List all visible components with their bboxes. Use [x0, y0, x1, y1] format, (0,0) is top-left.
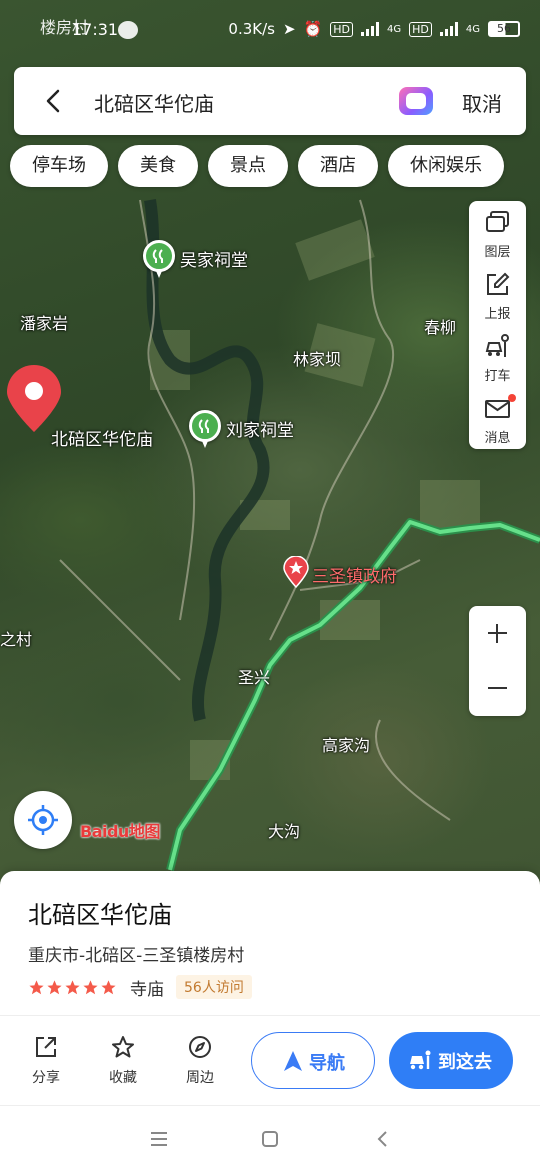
- go-here-button[interactable]: 到这去: [389, 1032, 513, 1089]
- home-icon[interactable]: [259, 1128, 281, 1150]
- poi-label-liu-temple[interactable]: 刘家祠堂: [226, 416, 294, 441]
- taxi-button[interactable]: 打车: [469, 325, 526, 387]
- taxi-label: 打车: [484, 369, 511, 384]
- temple-poi-icon[interactable]: [189, 410, 221, 448]
- star-outline-icon: [112, 1036, 134, 1058]
- car-icon: [410, 1050, 431, 1070]
- search-bar[interactable]: 北碚区华佗庙 取消: [14, 67, 526, 135]
- signal-label-2: 4G: [465, 23, 480, 35]
- menu-icon[interactable]: [148, 1128, 170, 1150]
- rating-row: 寺庙 56人访问: [28, 975, 252, 1000]
- rating-stars: [28, 979, 118, 996]
- back-icon[interactable]: [372, 1128, 394, 1150]
- chip-food[interactable]: 美食: [118, 145, 198, 187]
- navigate-label: 导航: [309, 1053, 345, 1074]
- star-icon: [101, 979, 116, 994]
- layers-icon: [486, 211, 509, 232]
- wechat-icon: [118, 21, 138, 39]
- chip-parking[interactable]: 停车场: [10, 145, 108, 187]
- compass-icon: [189, 1036, 211, 1058]
- location-marker-icon[interactable]: [5, 364, 63, 434]
- mail-icon: [485, 400, 510, 418]
- river: [144, 199, 270, 722]
- zoom-out-button[interactable]: [469, 661, 526, 716]
- place-address: 重庆市-北碚区-三圣镇楼房村: [28, 946, 245, 966]
- back-arrow-icon[interactable]: [38, 85, 70, 117]
- status-bar: 楼房村 17:31 0.3K/s ➤ ⏰ HD 4G HD 4G 56: [0, 0, 540, 58]
- alarm-icon: ⏰: [303, 20, 323, 38]
- navigate-button[interactable]: 导航: [251, 1032, 375, 1089]
- status-right-group: 0.3K/s ➤ ⏰ HD 4G HD 4G 56: [228, 20, 520, 38]
- map-label-target[interactable]: 北碚区华佗庙: [51, 425, 153, 450]
- map-label-sansheng: 圣兴: [238, 668, 271, 687]
- zoom-controls: [469, 606, 526, 716]
- map-label-village-left: 之村: [0, 630, 33, 649]
- map-tool-panel: 图层 上报 打车 消息: [469, 201, 526, 449]
- government-pin-icon[interactable]: [283, 556, 309, 588]
- divider: [0, 1015, 540, 1016]
- temple-poi-icon[interactable]: [143, 240, 175, 278]
- map-label-dagou: 大沟: [268, 822, 301, 841]
- messages-button[interactable]: 消息: [469, 387, 526, 449]
- search-query[interactable]: 北碚区华佗庙: [94, 88, 214, 117]
- crosshair-icon: [28, 805, 58, 835]
- nearby-button[interactable]: 周边: [170, 1033, 230, 1093]
- chip-hotel[interactable]: 酒店: [298, 145, 378, 187]
- favorite-button[interactable]: 收藏: [93, 1033, 153, 1093]
- share-label: 分享: [32, 1070, 60, 1086]
- signal-label-1: 4G: [387, 23, 402, 35]
- chip-leisure[interactable]: 休闲娱乐: [388, 145, 504, 187]
- map-label-town-gov[interactable]: 三圣镇政府: [312, 562, 397, 587]
- share-icon: [36, 1037, 56, 1057]
- visit-count-badge: 56人访问: [176, 975, 252, 999]
- hd-label-2: HD: [409, 21, 432, 37]
- system-nav-bar: [0, 1105, 540, 1170]
- place-name: 北碚区华佗庙: [28, 901, 172, 929]
- poi-label-wu-temple[interactable]: 吴家祠堂: [180, 246, 248, 271]
- battery-icon: 56: [488, 21, 520, 37]
- signal-icon-2: [439, 22, 458, 36]
- cancel-button[interactable]: 取消: [462, 88, 502, 117]
- map-label-chunliu: 春柳: [424, 318, 457, 337]
- baidu-logo: Baidu地图: [80, 818, 160, 844]
- star-icon: [65, 979, 80, 994]
- layers-label: 图层: [484, 245, 511, 260]
- ai-assistant-icon[interactable]: [399, 87, 433, 115]
- share-button[interactable]: 分享: [16, 1033, 76, 1093]
- edit-icon: [487, 272, 510, 295]
- taxi-icon: [485, 334, 509, 357]
- baidu-logo-text: Baidu地图: [80, 822, 160, 841]
- place-category: 寺庙: [130, 979, 164, 1000]
- hd-label-1: HD: [330, 21, 353, 37]
- network-speed: 0.3K/s: [228, 20, 275, 38]
- location-icon: ➤: [282, 20, 296, 38]
- map-label-panjiayan: 潘家岩: [20, 314, 69, 333]
- signal-icon: [361, 22, 379, 36]
- map-label-gaojiagou: 高家沟: [322, 736, 371, 755]
- map-label-linjiaba: 林家坝: [293, 350, 342, 369]
- star-icon: [29, 979, 44, 994]
- star-icon: [47, 979, 62, 994]
- go-here-label: 到这去: [438, 1052, 492, 1073]
- category-chips: 停车场 美食 景点 酒店 休闲娱乐: [10, 145, 504, 187]
- status-time: 17:31: [72, 20, 119, 39]
- zoom-in-button[interactable]: [469, 606, 526, 661]
- locate-button[interactable]: [14, 791, 72, 849]
- chip-scenic[interactable]: 景点: [208, 145, 288, 187]
- messages-label: 消息: [484, 431, 511, 446]
- nearby-label: 周边: [186, 1070, 214, 1086]
- star-icon: [83, 979, 98, 994]
- layers-button[interactable]: 图层: [469, 201, 526, 263]
- navigation-arrow-icon: [284, 1051, 302, 1071]
- unread-dot: [508, 394, 516, 402]
- favorite-label: 收藏: [109, 1070, 137, 1086]
- report-button[interactable]: 上报: [469, 263, 526, 325]
- report-label: 上报: [484, 307, 511, 322]
